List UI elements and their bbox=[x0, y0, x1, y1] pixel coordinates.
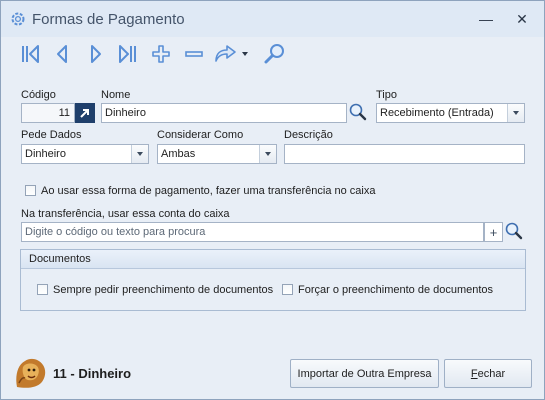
record-separator: - bbox=[66, 366, 79, 381]
transferencia-checkbox-label: Ao usar essa forma de pagamento, fazer u… bbox=[41, 185, 376, 197]
search-icon bbox=[349, 103, 367, 121]
share-dropdown-button[interactable] bbox=[239, 41, 251, 67]
conta-caixa-input[interactable]: Digite o código ou texto para procura bbox=[21, 222, 484, 242]
previous-record-button[interactable] bbox=[49, 41, 75, 67]
pede-dados-select[interactable]: Dinheiro bbox=[21, 144, 149, 164]
window-title: Formas de Pagamento bbox=[32, 11, 185, 28]
window: Formas de Pagamento — ✕ Código 11 Nome D… bbox=[0, 0, 545, 400]
documentos-title: Documentos bbox=[29, 253, 91, 265]
close-icon: ✕ bbox=[516, 10, 528, 27]
lion-logo-icon bbox=[16, 358, 46, 388]
chevron-down-icon bbox=[242, 52, 248, 56]
remove-record-button[interactable] bbox=[181, 41, 207, 67]
conta-caixa-add-button[interactable]: + bbox=[484, 222, 503, 242]
first-record-icon bbox=[22, 45, 39, 63]
sempre-pedir-checkbox[interactable] bbox=[37, 284, 48, 295]
descricao-label: Descrição bbox=[284, 129, 333, 141]
considerar-como-dropdown-button[interactable] bbox=[259, 145, 276, 163]
plus-icon: + bbox=[489, 224, 498, 240]
sempre-pedir-label: Sempre pedir preenchimento de documentos bbox=[53, 284, 274, 296]
share-icon bbox=[215, 45, 236, 62]
close-button-label-rest: echar bbox=[477, 367, 506, 380]
close-window-button[interactable]: ✕ bbox=[507, 9, 537, 29]
app-gear-icon bbox=[11, 12, 25, 26]
last-record-icon bbox=[119, 45, 136, 63]
tipo-select[interactable]: Recebimento (Entrada) bbox=[376, 103, 525, 123]
share-button[interactable] bbox=[213, 41, 239, 67]
tipo-value: Recebimento (Entrada) bbox=[380, 107, 494, 119]
close-button[interactable]: Fechar bbox=[444, 359, 532, 388]
add-icon bbox=[152, 45, 170, 63]
close-button-mnemonic: F bbox=[470, 367, 478, 380]
close-button-label: Fechar bbox=[471, 368, 505, 380]
chevron-down-icon bbox=[513, 111, 519, 115]
title-bar: Formas de Pagamento — ✕ bbox=[1, 1, 544, 37]
import-button[interactable]: Importar de Outra Empresa bbox=[290, 359, 439, 388]
search-icon bbox=[505, 222, 523, 240]
next-record-icon bbox=[91, 45, 101, 63]
record-summary: 11 - Dinheiro bbox=[53, 366, 131, 381]
descricao-field[interactable] bbox=[284, 144, 525, 164]
chevron-down-icon bbox=[137, 152, 143, 156]
search-icon bbox=[264, 44, 284, 64]
previous-record-icon bbox=[57, 45, 67, 63]
tipo-label: Tipo bbox=[376, 89, 397, 101]
transferencia-checkbox[interactable] bbox=[25, 185, 36, 196]
tipo-dropdown-button[interactable] bbox=[507, 104, 524, 122]
considerar-como-select[interactable]: Ambas bbox=[157, 144, 277, 164]
considerar-como-value: Ambas bbox=[161, 148, 196, 160]
nome-field[interactable]: Dinheiro bbox=[101, 103, 347, 123]
record-number: 11 bbox=[53, 366, 67, 381]
codigo-label: Código bbox=[21, 89, 56, 101]
conta-caixa-label: Na transferência, usar essa conta do cai… bbox=[21, 208, 230, 220]
codigo-open-button[interactable] bbox=[75, 103, 95, 123]
record-name: Dinheiro bbox=[78, 366, 132, 381]
nome-label: Nome bbox=[101, 89, 131, 101]
arrow-up-right-icon bbox=[80, 109, 89, 118]
forcar-checkbox[interactable] bbox=[282, 284, 293, 295]
search-button[interactable] bbox=[261, 41, 287, 67]
remove-icon bbox=[185, 51, 203, 57]
import-button-label: Importar de Outra Empresa bbox=[297, 367, 432, 380]
minimize-button[interactable]: — bbox=[471, 9, 501, 29]
documentos-group-header: Documentos bbox=[21, 250, 525, 269]
pede-dados-dropdown-button[interactable] bbox=[131, 145, 148, 163]
first-record-button[interactable] bbox=[17, 41, 43, 67]
minimize-icon: — bbox=[479, 11, 493, 27]
considerar-como-label: Considerar Como bbox=[157, 129, 244, 141]
add-record-button[interactable] bbox=[148, 41, 174, 67]
codigo-field[interactable]: 11 bbox=[21, 103, 75, 123]
next-record-button[interactable] bbox=[83, 41, 109, 67]
pede-dados-value: Dinheiro bbox=[25, 148, 66, 160]
documentos-group: Documentos Sempre pedir preenchimento de… bbox=[20, 249, 526, 311]
forcar-label: Forçar o preenchimento de documentos bbox=[298, 284, 494, 296]
pede-dados-label: Pede Dados bbox=[21, 129, 82, 141]
chevron-down-icon bbox=[265, 152, 271, 156]
nome-search-button[interactable] bbox=[348, 102, 368, 122]
conta-caixa-search-button[interactable] bbox=[504, 221, 524, 241]
last-record-button[interactable] bbox=[115, 41, 141, 67]
